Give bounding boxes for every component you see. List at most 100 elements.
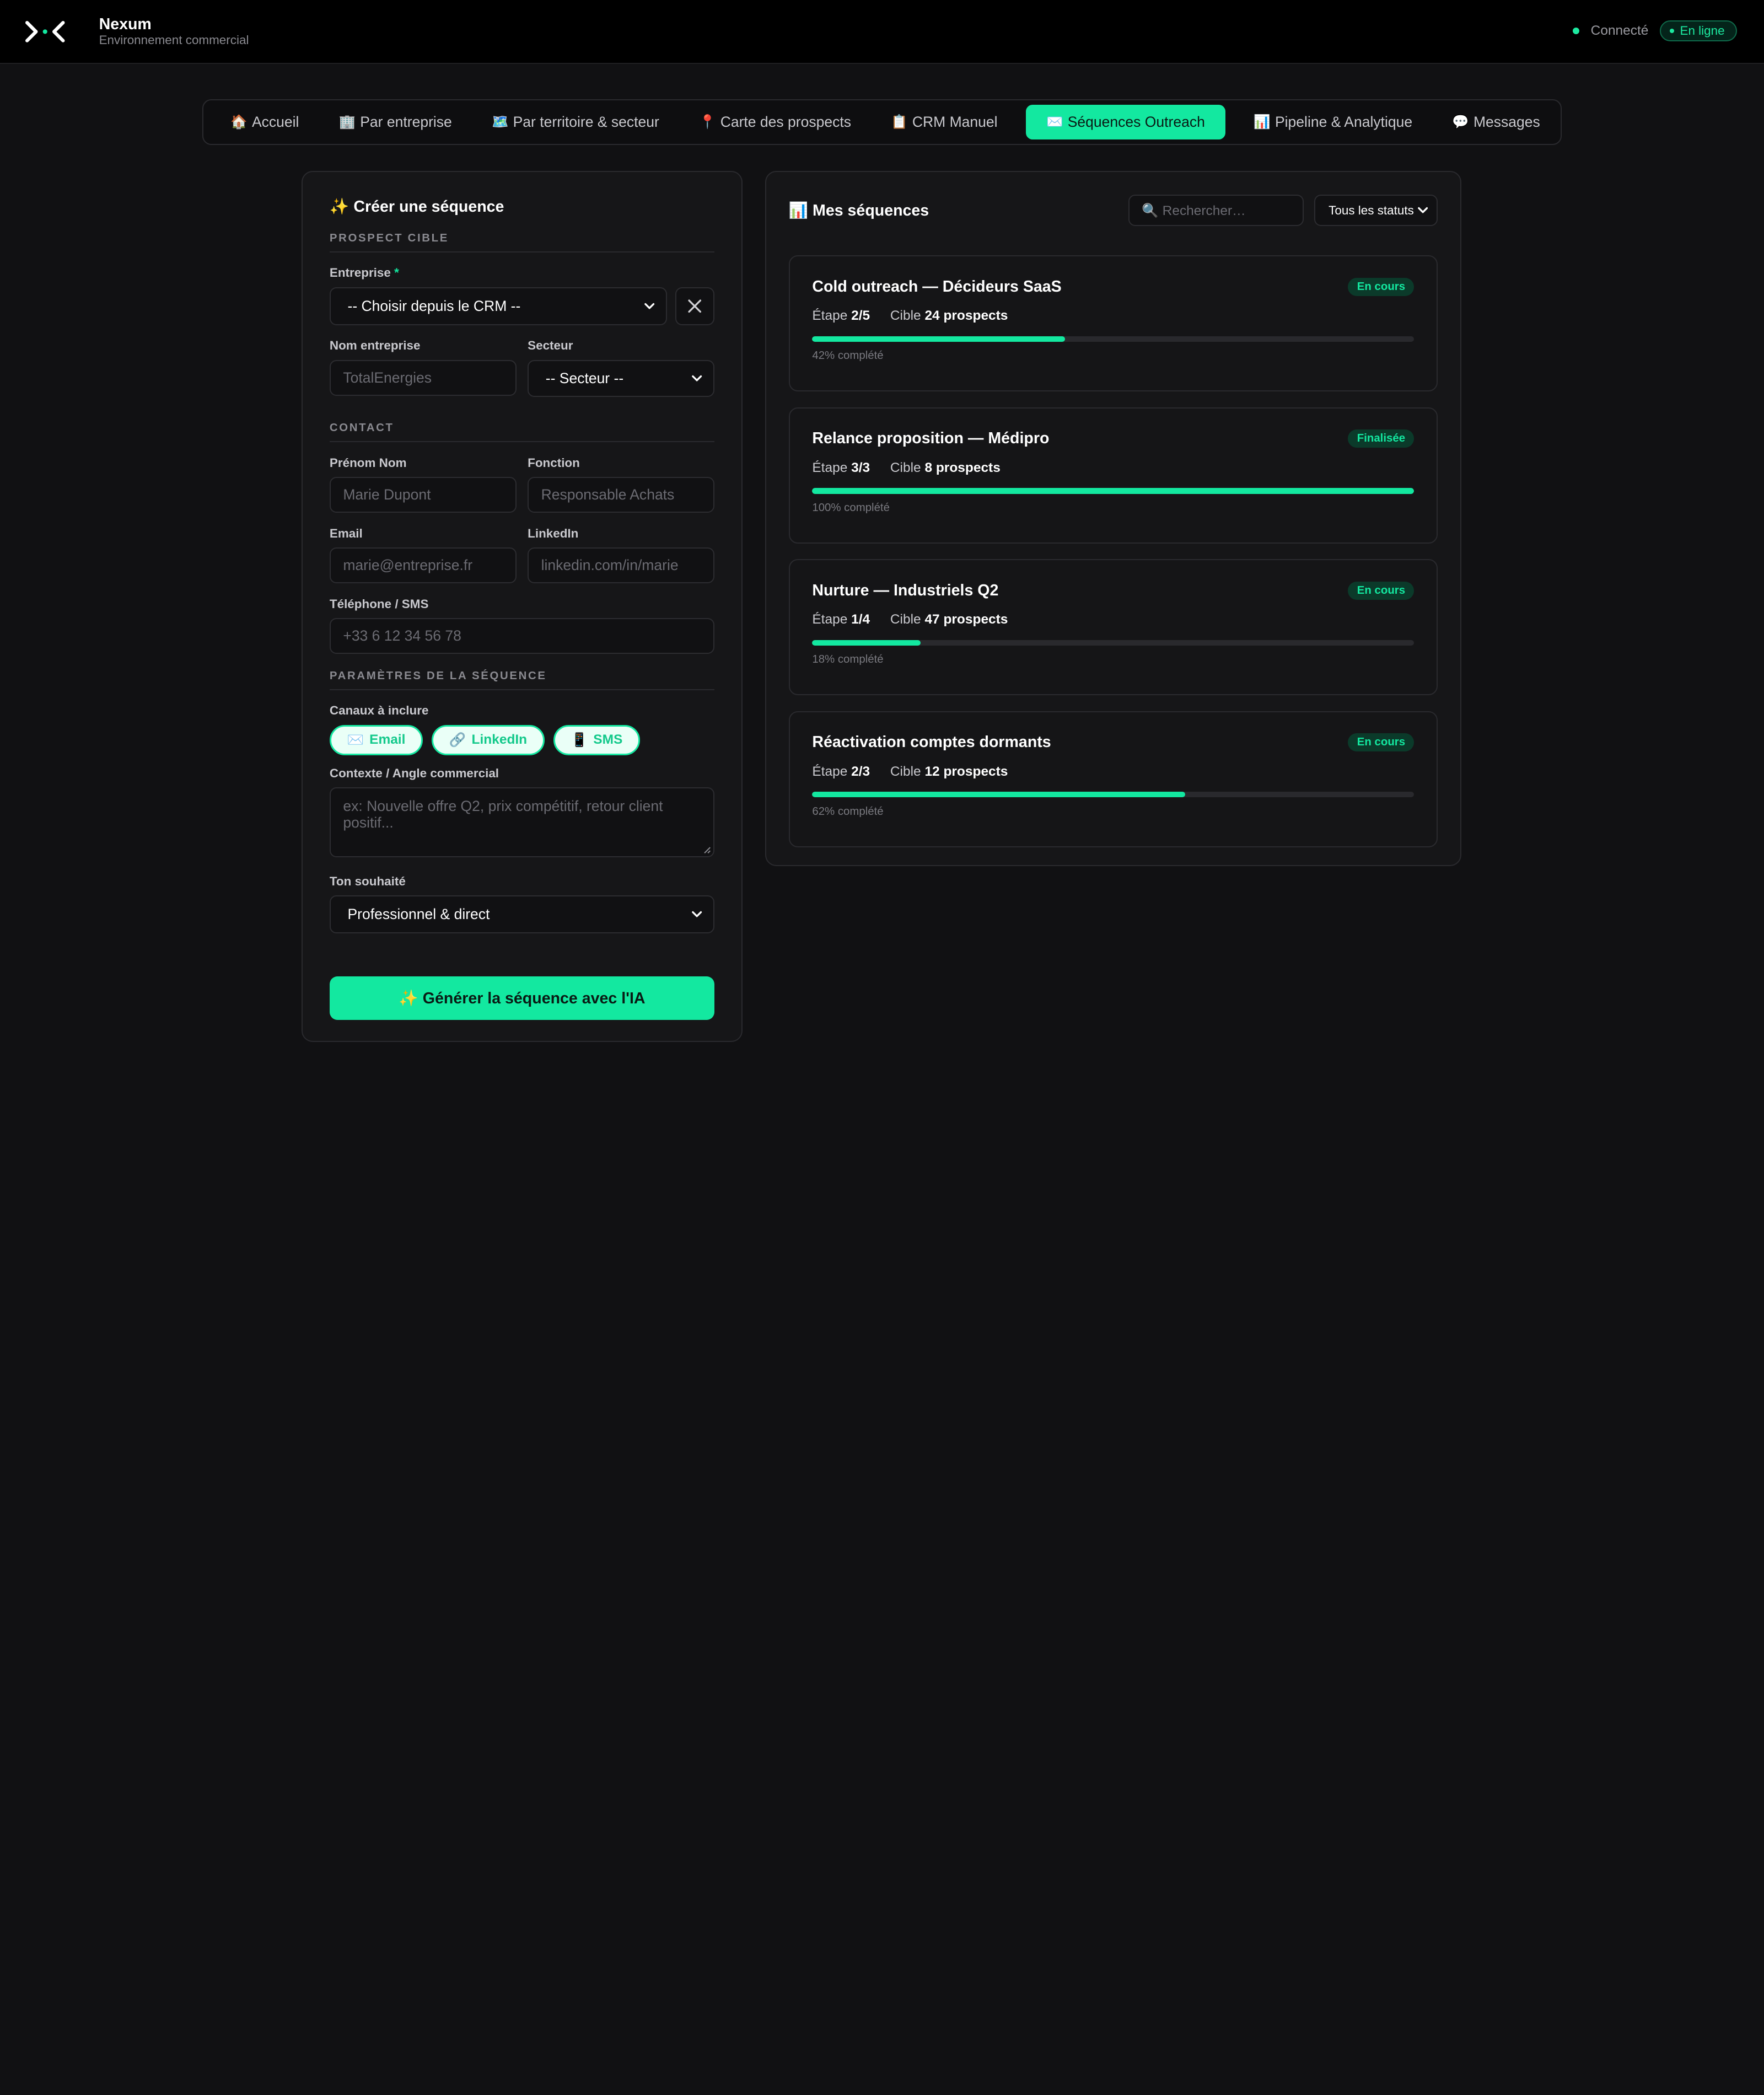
section-contact: CONTACT [329, 422, 714, 443]
pin-icon: 📍 [699, 115, 716, 130]
progress-fill [812, 336, 1065, 342]
connection-label: Connecté [1590, 23, 1649, 38]
chevron-down-icon [692, 911, 702, 917]
progress-bar [812, 336, 1415, 342]
link-icon: 🔗 [449, 733, 466, 748]
close-icon [688, 299, 702, 313]
role-input[interactable]: Responsable Achats [528, 476, 714, 513]
create-sequence-title: ✨ Créer une séquence [329, 198, 504, 216]
section-prospect: PROSPECT CIBLE [329, 232, 714, 253]
tab-label: Messages [1473, 113, 1540, 130]
contact-row-1: Prénom Nom Marie Dupont Fonction Respons… [329, 442, 714, 513]
contact-row-2: Email marie@entreprise.fr LinkedIn linke… [329, 513, 714, 584]
company-crm-select[interactable]: -- Choisir depuis le CRM -- [329, 287, 668, 325]
tab-messages[interactable]: 💬 Messages [1441, 105, 1551, 140]
email-input[interactable]: marie@entreprise.fr [329, 547, 517, 584]
progress-text: 42% complété [812, 350, 884, 362]
sector-select-value: -- Secteur -- [545, 369, 624, 386]
status-badge: En cours [1348, 277, 1415, 296]
tab-accueil[interactable]: 🏠 Accueil [219, 105, 310, 140]
tab-label: Par entreprise [360, 113, 452, 130]
clear-company-button[interactable] [675, 287, 714, 325]
sequence-card[interactable]: Relance proposition — Médipro Finalisée … [788, 407, 1438, 544]
map-icon: 🗺️ [492, 115, 509, 130]
company-label: Entreprise * [329, 266, 399, 280]
resize-grip-icon[interactable] [703, 846, 711, 854]
channel-email-toggle[interactable]: ✉️ Email [329, 724, 423, 755]
section-params: PARAMÈTRES DE LA SÉQUENCE [329, 670, 714, 690]
chip-label: LinkedIn [471, 732, 528, 748]
channels-label: Canaux à inclure [329, 703, 429, 718]
tab-label: Carte des prospects [720, 113, 851, 130]
tab-territoire-secteur[interactable]: 🗺️ Par territoire & secteur [481, 105, 671, 140]
phone-icon: 📱 [571, 733, 588, 748]
tone-select-value: Professionnel & direct [347, 906, 490, 922]
status-badge: Finalisée [1348, 429, 1415, 448]
sector-select[interactable]: -- Secteur -- [528, 359, 714, 397]
tab-crm-manuel[interactable]: 📋 CRM Manuel [880, 105, 1009, 140]
create-sequence-panel: ✨ Créer une séquence PROSPECT CIBLE Entr… [301, 171, 743, 1042]
sequence-title: Cold outreach — Décideurs SaaS [812, 277, 1062, 296]
status-badge: En cours [1348, 733, 1415, 752]
connection-status: Connecté En ligne [1573, 20, 1737, 41]
tone-select[interactable]: Professionnel & direct [329, 895, 714, 934]
envelope-icon: ✉️ [1046, 115, 1063, 130]
sequence-meta: Étape 1/4 Cible 47 prospects [812, 612, 1414, 627]
status-filter-select[interactable]: Tous les statuts [1314, 195, 1438, 227]
step-info: Étape 2/3 [812, 764, 870, 779]
sequence-card[interactable]: Nurture — Industriels Q2 En cours Étape … [788, 559, 1438, 696]
sequence-meta: Étape 2/3 Cible 12 prospects [812, 764, 1414, 780]
sequences-panel: 📊 Mes séquences 🔍 Rechercher… Tous les s… [765, 171, 1461, 867]
name-input[interactable]: Marie Dupont [329, 476, 517, 513]
tone-label: Ton souhaité [329, 874, 406, 888]
online-badge: En ligne [1659, 20, 1737, 41]
search-input[interactable]: 🔍 Rechercher… [1128, 195, 1304, 227]
channel-sms-toggle[interactable]: 📱 SMS [553, 724, 640, 755]
tab-carte-prospects[interactable]: 📍 Carte des prospects [688, 105, 863, 140]
linkedin-input[interactable]: linkedin.com/in/marie [528, 547, 714, 584]
sequences-tools: 🔍 Rechercher… Tous les statuts [1128, 195, 1438, 227]
company-select-value: -- Choisir depuis le CRM -- [347, 297, 521, 314]
generate-sequence-button[interactable]: ✨ Générer la séquence avec l'IA [329, 976, 714, 1020]
sequence-card[interactable]: Réactivation comptes dormants En cours É… [788, 711, 1438, 847]
chevron-down-icon [692, 375, 702, 382]
chevron-down-icon [1417, 207, 1428, 213]
tab-par-entreprise[interactable]: 🏢 Par entreprise [327, 105, 463, 140]
progress-fill [812, 792, 1186, 798]
linkedin-label: LinkedIn [528, 526, 579, 540]
target-info: Cible 24 prospects [890, 308, 1008, 324]
sequence-title: Réactivation comptes dormants [812, 733, 1051, 751]
required-marker: * [394, 266, 399, 280]
company-name-label: Nom entreprise [329, 339, 421, 353]
status-dot-icon [1573, 27, 1580, 34]
nexum-logo-icon [25, 20, 65, 42]
building-icon: 🏢 [338, 115, 356, 130]
tab-label: Par territoire & secteur [513, 113, 659, 130]
name-label: Prénom Nom [329, 455, 407, 470]
status-filter-value: Tous les statuts [1329, 203, 1414, 217]
tab-label: Accueil [251, 113, 299, 130]
header: Nexum Environnement commercial Connecté … [0, 0, 1764, 65]
company-name-input[interactable]: TotalEnergies [329, 359, 517, 396]
email-label: Email [329, 526, 363, 540]
target-info: Cible 47 prospects [890, 612, 1008, 627]
sector-label: Secteur [528, 339, 573, 353]
channel-linkedin-toggle[interactable]: 🔗 LinkedIn [432, 724, 545, 755]
sequence-meta: Étape 2/5 Cible 24 prospects [812, 308, 1414, 324]
context-label: Contexte / Angle commercial [329, 766, 499, 781]
step-info: Étape 1/4 [812, 612, 870, 627]
phone-input[interactable]: +33 6 12 34 56 78 [329, 617, 714, 654]
tab-pipeline-analytique[interactable]: 📊 Pipeline & Analytique [1243, 105, 1424, 140]
sequence-card[interactable]: Cold outreach — Décideurs SaaS En cours … [788, 255, 1438, 392]
progress-fill [812, 640, 921, 646]
tab-sequences-outreach[interactable]: ✉️ Séquences Outreach [1026, 104, 1225, 140]
context-placeholder: ex: Nouvelle offre Q2, prix compétitif, … [343, 797, 663, 831]
progress-bar [812, 488, 1415, 494]
context-textarea[interactable]: ex: Nouvelle offre Q2, prix compétitif, … [329, 787, 714, 857]
bar-chart-icon: 📊 [1254, 115, 1271, 130]
channel-chips: ✉️ Email 🔗 LinkedIn 📱 SMS [329, 724, 714, 755]
sequence-list: Cold outreach — Décideurs SaaS En cours … [788, 255, 1438, 847]
tab-label: Pipeline & Analytique [1274, 113, 1413, 130]
home-icon: 🏠 [230, 115, 248, 130]
online-label: En ligne [1680, 23, 1725, 37]
